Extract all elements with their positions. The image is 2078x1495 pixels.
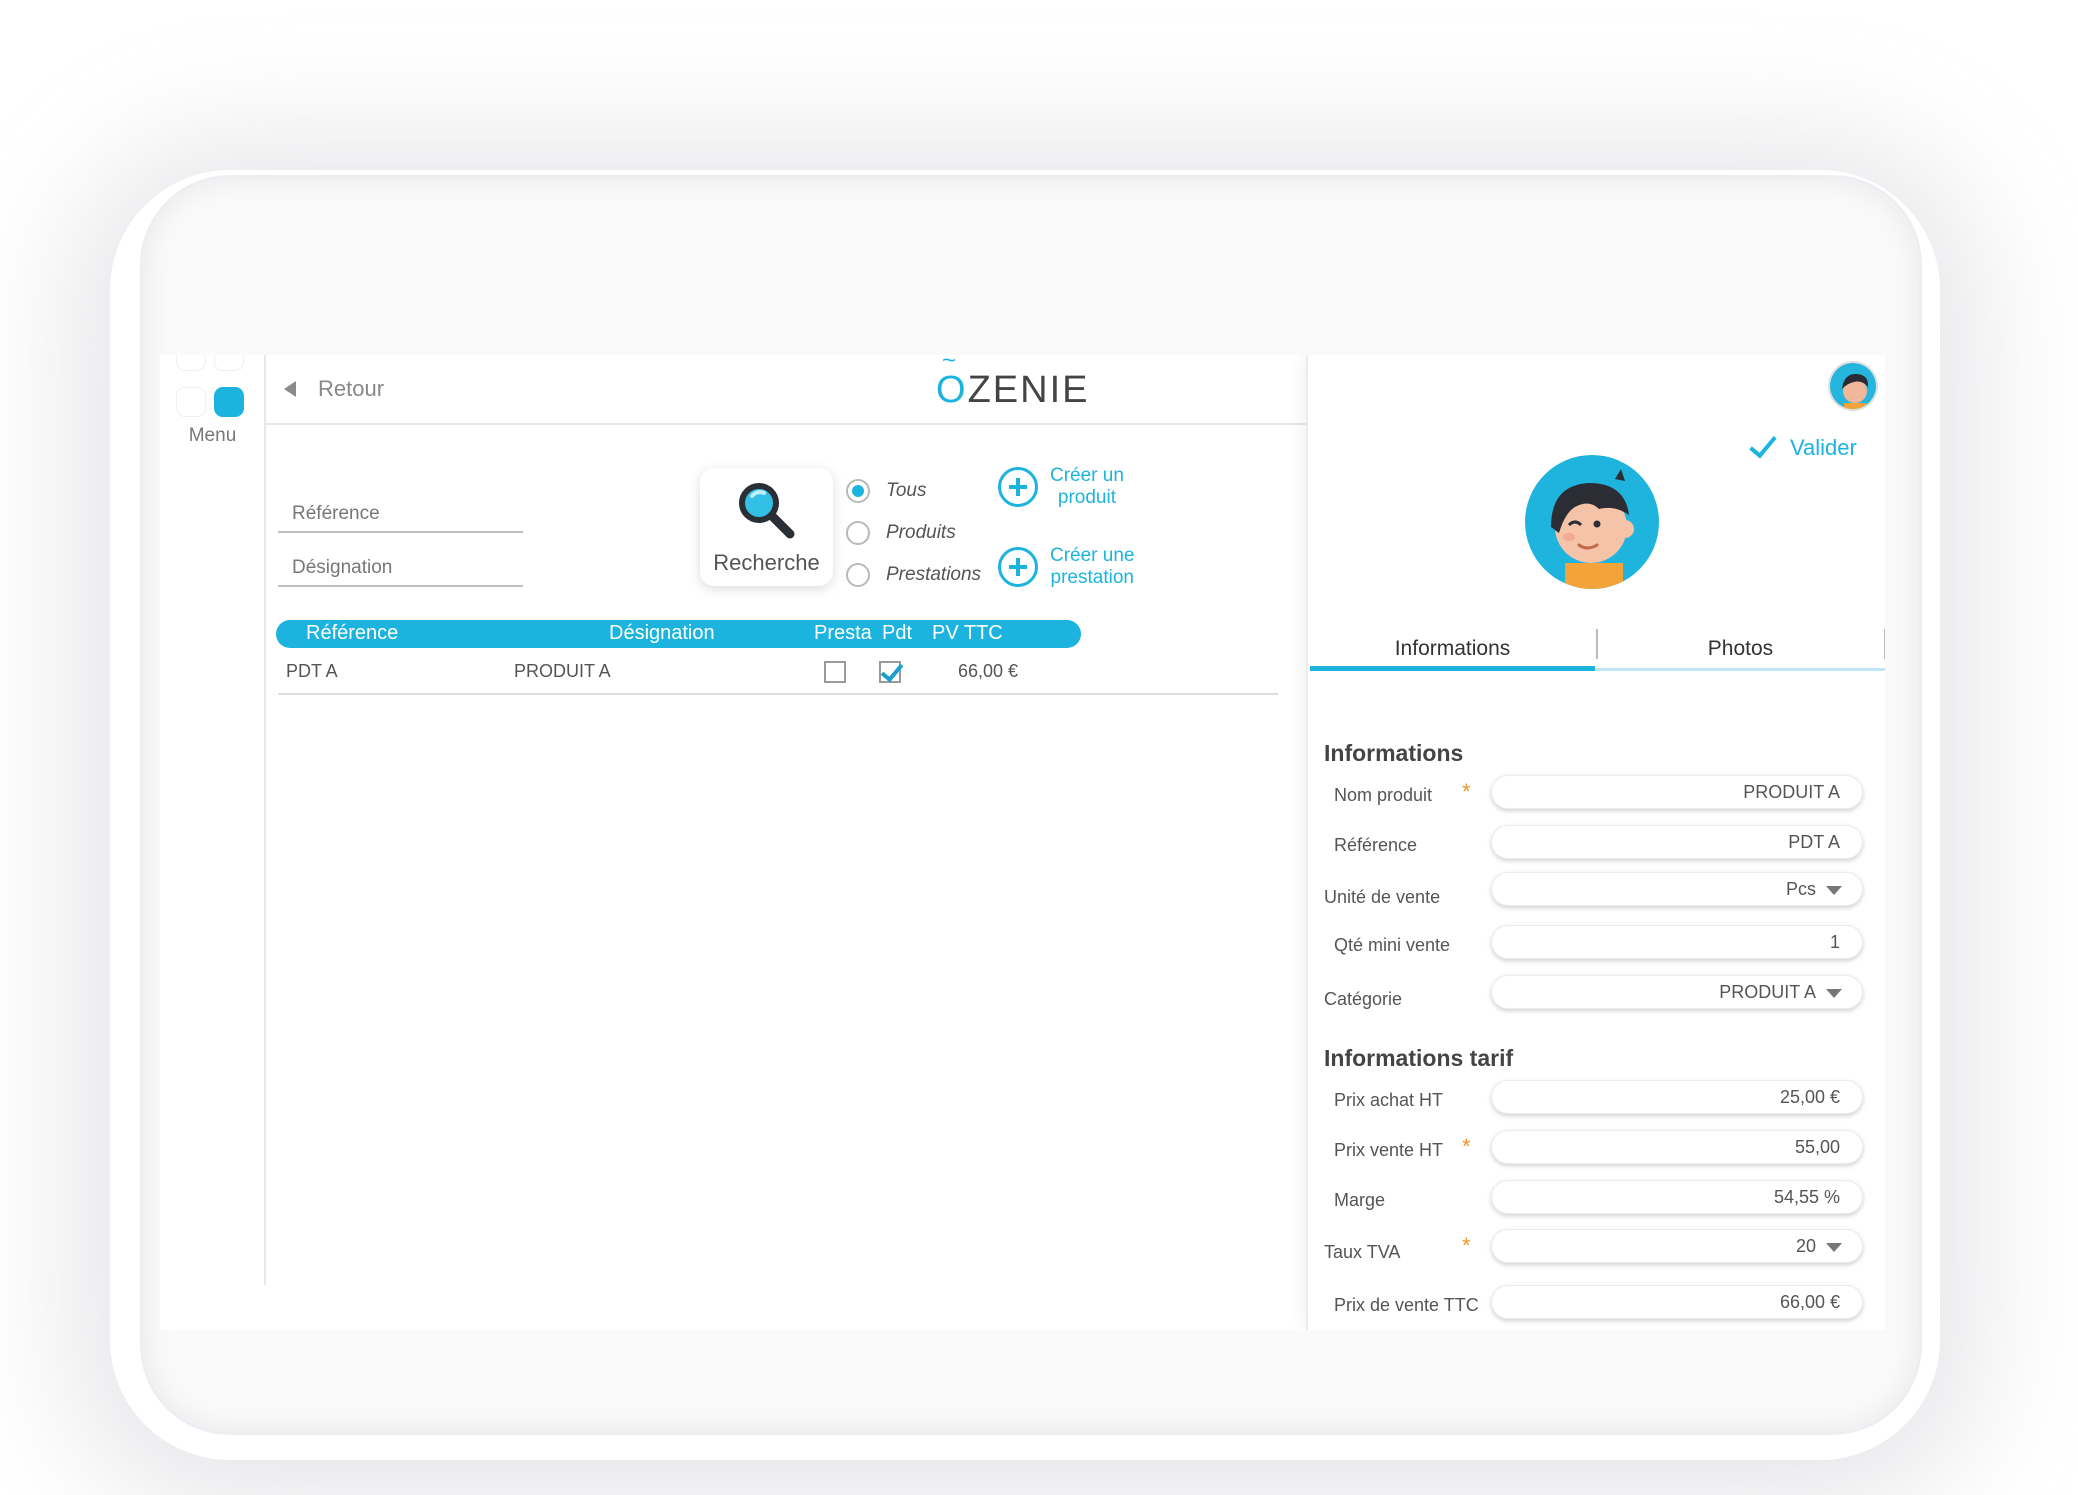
- row-nom-produit: Nom produit * PRODUIT A: [1308, 775, 1885, 815]
- back-label: Retour: [318, 376, 385, 401]
- check-icon: [1749, 429, 1777, 459]
- section-informations: Informations: [1324, 740, 1464, 766]
- table-row[interactable]: PDT A PRODUIT A 66,00 €: [278, 655, 1278, 695]
- pdt-checkbox[interactable]: [879, 661, 901, 683]
- column-designation[interactable]: Désignation: [609, 622, 715, 645]
- column-pv-ttc[interactable]: PV TTC: [932, 622, 1003, 645]
- row-prix-achat: Prix achat HT 25,00 €: [1308, 1080, 1885, 1120]
- reference-detail-input[interactable]: PDT A: [1491, 825, 1863, 859]
- radio-icon: [846, 521, 870, 545]
- chevron-down-icon: [1826, 1243, 1842, 1252]
- plus-circle-icon: [998, 547, 1038, 587]
- categorie-select[interactable]: PRODUIT A: [1491, 975, 1863, 1009]
- row-marge: Marge 54,55 %: [1308, 1180, 1885, 1220]
- menu-label[interactable]: Menu: [160, 425, 265, 447]
- row-taux-tva: Taux TVA * 20: [1308, 1229, 1885, 1269]
- tab-separator: [1884, 629, 1885, 659]
- menu-tile-active: [214, 387, 244, 417]
- ozenie-logo: OZENIE: [936, 369, 1089, 412]
- tab-photos[interactable]: Photos: [1598, 625, 1883, 671]
- product-detail-panel: Valider Informations Photos Informations…: [1306, 355, 1885, 1330]
- menu-tile: [176, 355, 206, 371]
- column-reference[interactable]: Référence: [306, 622, 398, 645]
- reference-input[interactable]: [278, 503, 523, 525]
- app-screen: Menu Retour OZENIE Recherche Tous Produi…: [160, 355, 1885, 1330]
- row-categorie: Catégorie PRODUIT A: [1308, 975, 1885, 1015]
- presta-checkbox[interactable]: [824, 661, 846, 683]
- search-button-label: Recherche: [713, 550, 820, 575]
- column-presta[interactable]: Presta: [814, 622, 872, 645]
- cell-pv-ttc: 66,00 €: [958, 661, 1019, 681]
- back-arrow-icon: [284, 381, 296, 397]
- prix-achat-input[interactable]: 25,00 €: [1491, 1080, 1863, 1114]
- menu-tile: [214, 355, 244, 371]
- prix-vente-ht-input[interactable]: 55,00: [1491, 1130, 1863, 1164]
- menu-icon[interactable]: [176, 355, 246, 425]
- chevron-down-icon: [1826, 886, 1842, 895]
- qte-mini-input[interactable]: 1: [1491, 925, 1863, 959]
- reference-field: [278, 503, 523, 533]
- create-product-button[interactable]: Créer un produit: [998, 465, 1124, 509]
- back-button[interactable]: Retour: [284, 371, 384, 407]
- required-marker: *: [1462, 1134, 1471, 1159]
- column-pdt[interactable]: Pdt: [882, 622, 912, 645]
- unite-vente-select[interactable]: Pcs: [1491, 872, 1863, 906]
- row-reference: Référence PDT A: [1308, 825, 1885, 865]
- row-qte-mini: Qté mini vente 1: [1308, 925, 1885, 965]
- required-marker: *: [1462, 1233, 1471, 1258]
- cell-designation: PRODUIT A: [514, 661, 611, 681]
- designation-input[interactable]: [278, 557, 523, 579]
- plus-circle-icon: [998, 467, 1038, 507]
- rail-divider: [264, 355, 266, 1285]
- detail-tabs: Informations Photos: [1310, 625, 1885, 671]
- row-prix-vente-ht: Prix vente HT * 55,00: [1308, 1130, 1885, 1170]
- search-icon: [739, 483, 795, 539]
- menu-rail: Menu: [160, 355, 265, 1330]
- prix-ttc-input[interactable]: 66,00 €: [1491, 1285, 1863, 1319]
- chevron-down-icon: [1826, 989, 1842, 998]
- required-marker: *: [1462, 779, 1471, 804]
- marge-input[interactable]: 54,55 %: [1491, 1180, 1863, 1214]
- cell-reference: PDT A: [286, 661, 338, 681]
- top-bar: Retour OZENIE: [266, 355, 1306, 425]
- nom-produit-input[interactable]: PRODUIT A: [1491, 775, 1863, 809]
- radio-selected-icon: [846, 479, 870, 503]
- row-prix-ttc: Prix de vente TTC 66,00 €: [1308, 1285, 1885, 1325]
- search-button[interactable]: Recherche: [700, 468, 833, 586]
- create-service-button[interactable]: Créer une prestation: [998, 545, 1135, 589]
- filter-products[interactable]: Produits: [846, 521, 956, 545]
- avatar-boy-icon: [1525, 455, 1659, 589]
- filter-all[interactable]: Tous: [846, 479, 927, 503]
- radio-icon: [846, 563, 870, 587]
- section-informations-tarif: Informations tarif: [1324, 1045, 1514, 1071]
- designation-field: [278, 557, 523, 587]
- validate-button[interactable]: Valider: [1749, 429, 1857, 461]
- user-avatar-icon: [1830, 363, 1876, 409]
- tab-informations[interactable]: Informations: [1310, 625, 1595, 671]
- row-unite-vente: Unité de vente Pcs: [1308, 872, 1885, 912]
- menu-tile: [176, 387, 206, 417]
- user-avatar[interactable]: [1828, 361, 1878, 411]
- filter-services[interactable]: Prestations: [846, 563, 981, 587]
- taux-tva-select[interactable]: 20: [1491, 1229, 1863, 1263]
- table-header: Référence Désignation Presta Pdt PV TTC: [276, 620, 1081, 648]
- product-avatar[interactable]: [1525, 455, 1659, 589]
